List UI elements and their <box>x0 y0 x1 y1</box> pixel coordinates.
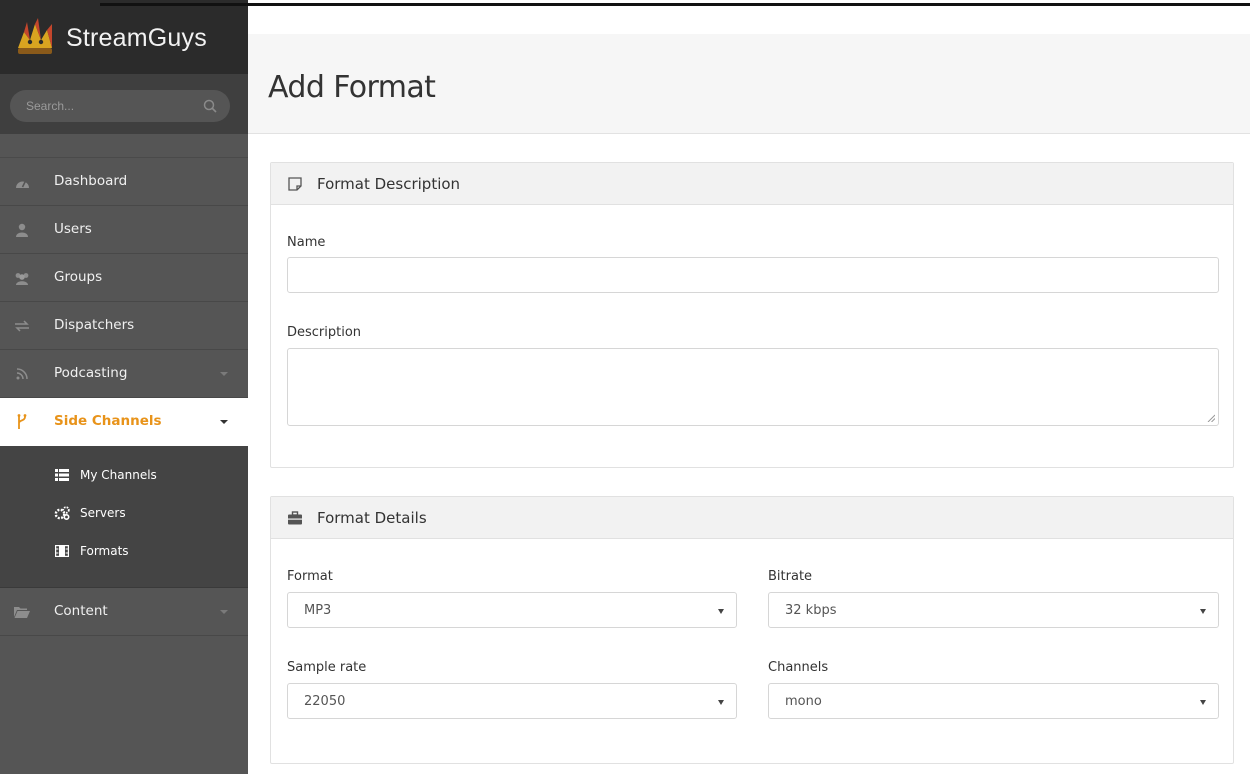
sidebar-item-content[interactable]: Content <box>0 588 248 636</box>
subnav-item-label: Servers <box>80 506 126 520</box>
list-icon <box>54 468 70 482</box>
app-window: StreamGuys Dashboard <box>0 0 1250 774</box>
page-title: Add Format <box>268 70 436 105</box>
user-icon <box>14 222 30 238</box>
dashboard-icon <box>14 174 30 190</box>
chevron-down-icon <box>718 609 724 614</box>
chevron-down-icon <box>718 700 724 705</box>
panel-header: Format Details <box>271 497 1233 539</box>
sidebar-search <box>0 74 248 134</box>
sidebar-item-label: Podcasting <box>54 365 128 381</box>
search-icon[interactable] <box>202 98 218 114</box>
resize-handle-icon[interactable] <box>1207 414 1215 422</box>
panel-title: Format Description <box>317 175 461 193</box>
subnav-item-label: My Channels <box>80 468 157 482</box>
sidebar-item-label: Dispatchers <box>54 317 135 333</box>
bitrate-label: Bitrate <box>768 569 813 584</box>
format-select-value: MP3 <box>304 603 332 618</box>
chevron-down-icon <box>1200 609 1206 614</box>
streamguys-logo-icon <box>18 18 52 54</box>
sidebar-item-label: Dashboard <box>54 173 128 189</box>
search-box <box>10 90 230 122</box>
subnav-item-servers[interactable]: Servers <box>0 496 248 534</box>
chevron-down-icon <box>220 610 228 614</box>
sidebar-item-side-channels[interactable]: Side Channels <box>0 398 248 446</box>
branch-icon <box>14 414 30 430</box>
subnav-item-my-channels[interactable]: My Channels <box>0 458 248 496</box>
description-textarea[interactable] <box>287 348 1219 426</box>
format-label: Format <box>287 569 333 584</box>
sticky-note-icon <box>288 177 302 191</box>
chevron-down-icon <box>1200 700 1206 705</box>
panel-header: Format Description <box>271 163 1233 205</box>
sidebar-item-groups[interactable]: Groups <box>0 254 248 302</box>
subnav-item-formats[interactable]: Formats <box>0 534 248 572</box>
sidebar-item-dashboard[interactable]: Dashboard <box>0 158 248 206</box>
channels-select-value: mono <box>785 694 822 709</box>
sidebar-item-label: Users <box>54 221 92 237</box>
name-label: Name <box>287 235 326 250</box>
sidebar-item-label: Side Channels <box>54 413 162 429</box>
brand-name: StreamGuys <box>66 24 207 52</box>
format-select[interactable]: MP3 <box>287 592 737 628</box>
brand-header[interactable]: StreamGuys <box>0 0 248 74</box>
film-icon <box>54 544 70 558</box>
top-divider <box>100 3 1250 6</box>
chevron-down-icon <box>220 420 228 424</box>
description-label: Description <box>287 325 362 340</box>
sidebar-item-label: Groups <box>54 269 103 285</box>
chevron-down-icon <box>220 372 228 376</box>
subnav-item-label: Formats <box>80 544 129 558</box>
side-channels-submenu: My Channels Servers Formats <box>0 446 248 588</box>
format-details-panel: Format Details Format MP3 Bitrate 32 kbp… <box>270 496 1234 764</box>
exchange-icon <box>14 318 30 334</box>
format-description-panel: Format Description Name Description <box>270 162 1234 468</box>
panel-title: Format Details <box>317 509 427 527</box>
sidebar-spacer <box>0 134 248 158</box>
briefcase-icon <box>288 511 302 525</box>
sidebar-nav: Dashboard Users Groups Dispatchers Podca… <box>0 158 248 636</box>
users-icon <box>14 270 30 286</box>
sample-rate-select[interactable]: 22050 <box>287 683 737 719</box>
folder-open-icon <box>14 604 30 620</box>
search-input[interactable] <box>26 90 186 122</box>
bitrate-select[interactable]: 32 kbps <box>768 592 1219 628</box>
sidebar-item-label: Content <box>54 603 108 619</box>
name-field[interactable] <box>287 257 1219 293</box>
sample-rate-label: Sample rate <box>287 660 367 675</box>
bitrate-select-value: 32 kbps <box>785 603 837 618</box>
sidebar-item-dispatchers[interactable]: Dispatchers <box>0 302 248 350</box>
channels-select[interactable]: mono <box>768 683 1219 719</box>
cogs-icon <box>54 506 70 520</box>
page-header: Add Format <box>248 34 1250 134</box>
sidebar-item-users[interactable]: Users <box>0 206 248 254</box>
rss-icon <box>14 366 30 382</box>
sidebar: StreamGuys Dashboard <box>0 0 248 774</box>
sidebar-item-podcasting[interactable]: Podcasting <box>0 350 248 398</box>
channels-label: Channels <box>768 660 829 675</box>
sample-rate-select-value: 22050 <box>304 694 346 709</box>
